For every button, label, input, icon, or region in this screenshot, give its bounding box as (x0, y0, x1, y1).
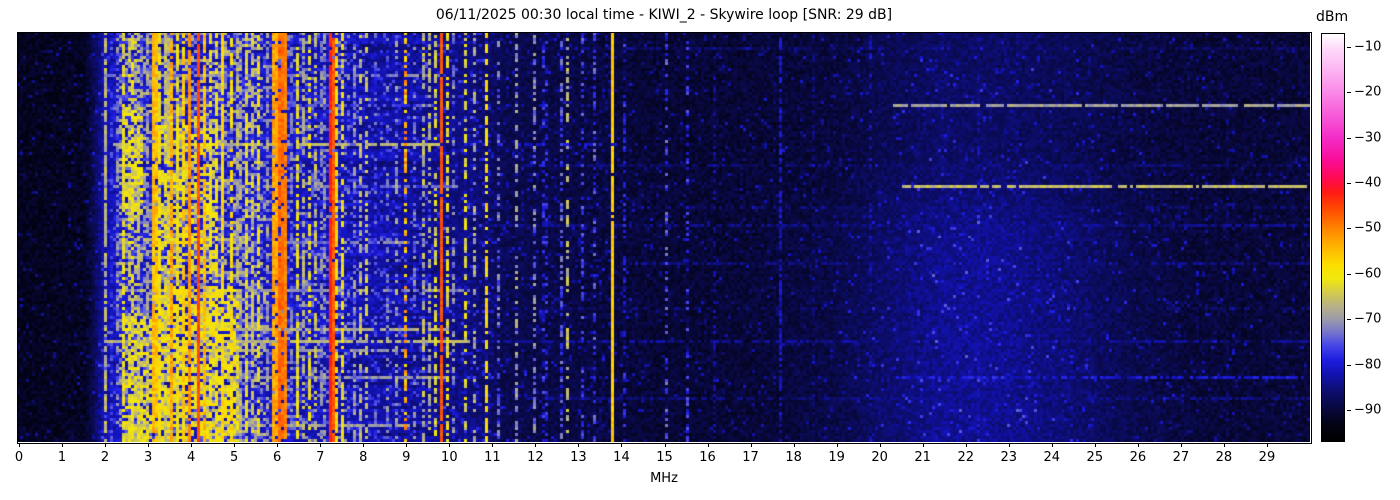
x-tick-label: 16 (699, 450, 716, 465)
colorbar-tick-mark (1347, 137, 1351, 139)
colorbar-tick-label: −90 (1354, 402, 1382, 418)
x-tick-label: 14 (613, 450, 630, 465)
x-tick-label: 3 (143, 450, 153, 465)
x-tick-label: 18 (785, 450, 802, 465)
x-tick-label: 13 (570, 450, 587, 465)
x-tick-label: 15 (656, 450, 673, 465)
waterfall-heatmap (18, 33, 1310, 442)
x-tick-mark (105, 443, 107, 447)
colorbar-unit-label: dBm (1316, 9, 1349, 25)
x-tick-label: 10 (441, 450, 458, 465)
x-tick-label: 1 (57, 450, 67, 465)
x-tick-label: 0 (14, 450, 24, 465)
colorbar-tick-label: −10 (1354, 39, 1382, 55)
x-tick-label: 25 (1086, 450, 1104, 465)
x-tick-mark (922, 443, 924, 447)
colorbar-tick-mark (1347, 46, 1351, 48)
spectrogram-figure: 06/11/2025 00:30 local time - KIWI_2 - S… (0, 0, 1400, 500)
x-tick-mark (62, 443, 64, 447)
colorbar-tick-mark (1347, 228, 1351, 230)
x-tick-mark (320, 443, 322, 447)
colorbar-tick-mark (1347, 410, 1351, 412)
colorbar-tick-label: −20 (1354, 84, 1382, 100)
colorbar-tick-label: −80 (1354, 357, 1382, 373)
colorbar-tick-mark (1347, 182, 1351, 184)
x-tick-mark (578, 443, 580, 447)
colorbar-tick-label: −40 (1354, 175, 1382, 191)
x-tick-mark (750, 443, 752, 447)
x-tick-label: 19 (828, 450, 845, 465)
x-tick-mark (1137, 443, 1139, 447)
x-tick-mark (793, 443, 795, 447)
x-tick-label: 22 (957, 450, 974, 465)
x-tick-mark (1223, 443, 1225, 447)
x-tick-label: 21 (914, 450, 931, 465)
x-tick-mark (1051, 443, 1053, 447)
x-tick-label: 8 (359, 450, 368, 465)
x-tick-mark (707, 443, 709, 447)
x-tick-mark (1180, 443, 1182, 447)
x-tick-label: 29 (1258, 450, 1276, 465)
x-tick-label: 24 (1043, 450, 1061, 465)
x-tick-label: 2 (100, 450, 110, 465)
x-tick-label: 6 (273, 450, 282, 465)
colorbar (1321, 33, 1345, 442)
x-tick-mark (234, 443, 236, 447)
x-axis-label: MHz (650, 471, 678, 486)
x-tick-mark (965, 443, 967, 447)
colorbar-tick-label: −30 (1354, 130, 1382, 146)
colorbar-tick-label: −70 (1354, 311, 1382, 327)
colorbar-tick-mark (1347, 273, 1351, 275)
x-tick-mark (664, 443, 666, 447)
x-tick-label: 4 (186, 450, 196, 465)
colorbar-tick-mark (1347, 364, 1351, 366)
x-tick-label: 12 (527, 450, 544, 465)
x-tick-label: 27 (1172, 450, 1190, 465)
x-tick-label: 5 (230, 450, 239, 465)
x-tick-mark (19, 443, 20, 447)
x-tick-mark (363, 443, 365, 447)
x-tick-mark (492, 443, 494, 447)
x-tick-label: 20 (871, 450, 888, 465)
x-tick-mark (621, 443, 623, 447)
x-tick-mark (1266, 443, 1268, 447)
x-tick-mark (449, 443, 451, 447)
x-tick-label: 28 (1215, 450, 1233, 465)
x-tick-mark (406, 443, 408, 447)
colorbar-tick-mark (1347, 92, 1351, 94)
x-tick-mark (277, 443, 279, 447)
x-tick-label: 26 (1129, 450, 1147, 465)
x-tick-label: 17 (742, 450, 759, 465)
x-tick-label: 7 (316, 450, 325, 465)
x-tick-mark (1094, 443, 1096, 447)
x-tick-mark (879, 443, 881, 447)
x-tick-mark (535, 443, 537, 447)
x-tick-label: 9 (402, 450, 411, 465)
chart-title: 06/11/2025 00:30 local time - KIWI_2 - S… (435, 7, 893, 23)
x-tick-label: 23 (1000, 450, 1018, 465)
x-tick-mark (1008, 443, 1010, 447)
x-tick-label: 11 (484, 450, 501, 465)
colorbar-tick-label: −50 (1354, 220, 1382, 236)
x-tick-mark (148, 443, 150, 447)
colorbar-tick-mark (1347, 319, 1351, 321)
colorbar-tick-label: −60 (1354, 266, 1382, 282)
x-tick-mark (836, 443, 838, 447)
x-tick-mark (191, 443, 193, 447)
